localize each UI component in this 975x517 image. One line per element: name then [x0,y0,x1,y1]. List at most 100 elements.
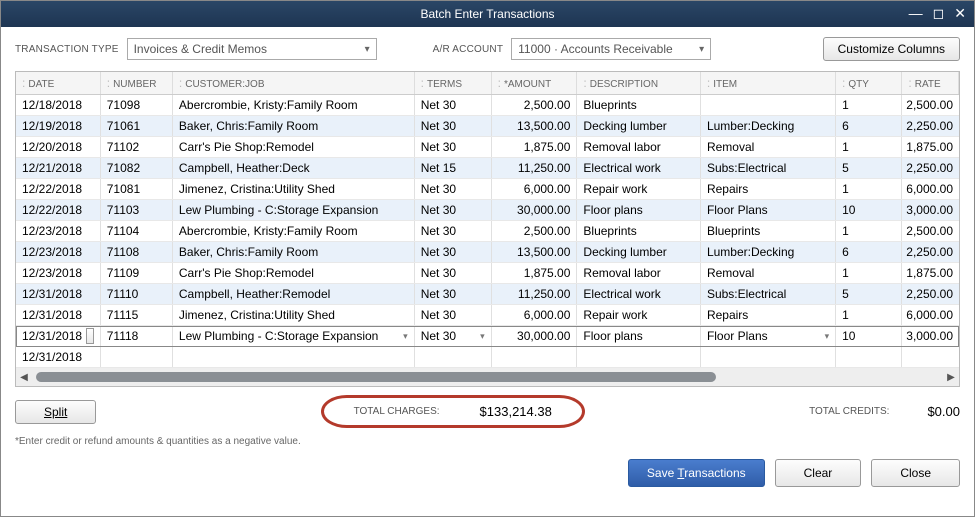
scroll-thumb[interactable] [36,372,716,382]
cell-item[interactable] [701,347,836,367]
cell-terms[interactable] [415,347,492,367]
cell-terms[interactable]: Net 30 [415,179,492,199]
maximize-icon[interactable]: ◻ [933,5,945,22]
cell-qty[interactable]: 5 [836,158,902,178]
cell-customer[interactable] [173,347,415,367]
cell-rate[interactable]: 2,250.00 [902,158,959,178]
cell-rate[interactable]: 1,875.00 [902,137,959,157]
transaction-type-select[interactable]: Invoices & Credit Memos [127,38,377,60]
clear-button[interactable]: Clear [775,459,862,487]
cell-amount[interactable]: 13,500.00 [492,116,578,136]
cell-amount[interactable]: 2,500.00 [492,221,578,241]
table-row[interactable]: 12/23/201871104Abercrombie, Kristy:Famil… [16,221,959,242]
col-item[interactable]: ITEM [701,72,836,94]
cell-description[interactable]: Electrical work [577,284,701,304]
cell-rate[interactable]: 2,250.00 [902,116,959,136]
cell-customer[interactable]: Lew Plumbing - C:Storage Expansion [173,326,415,346]
cell-description[interactable]: Blueprints [577,95,701,115]
col-description[interactable]: DESCRIPTION [577,72,701,94]
cell-date[interactable]: 12/21/2018 [16,158,101,178]
ar-account-select[interactable]: 11000 · Accounts Receivable [511,38,711,60]
table-row[interactable]: 12/23/201871109Carr's Pie Shop:RemodelNe… [16,263,959,284]
cell-qty[interactable] [836,347,902,367]
cell-rate[interactable]: 6,000.00 [902,179,959,199]
cell-number[interactable]: 71110 [101,284,173,304]
cell-item[interactable]: Repairs [701,179,836,199]
cell-customer[interactable]: Abercrombie, Kristy:Family Room [173,221,415,241]
cell-description[interactable]: Repair work [577,179,701,199]
cell-qty[interactable]: 6 [836,116,902,136]
cell-description[interactable]: Decking lumber [577,242,701,262]
cell-amount[interactable]: 11,250.00 [492,158,578,178]
cell-amount[interactable]: 30,000.00 [492,326,578,346]
cell-description[interactable] [577,347,701,367]
split-button[interactable]: Split [15,400,96,424]
cell-rate[interactable]: 2,250.00 [902,242,959,262]
cell-item[interactable] [701,95,836,115]
table-row[interactable]: 12/23/201871108Baker, Chris:Family RoomN… [16,242,959,263]
close-icon[interactable]: ✕ [954,5,966,22]
cell-item[interactable]: Repairs [701,305,836,325]
table-row[interactable]: 12/31/201871110Campbell, Heather:Remodel… [16,284,959,305]
cell-number[interactable]: 71082 [101,158,173,178]
cell-date[interactable]: 12/19/2018 [16,116,101,136]
table-row[interactable]: 12/31/201871115Jimenez, Cristina:Utility… [16,305,959,326]
cell-qty[interactable]: 1 [836,95,902,115]
save-transactions-button[interactable]: Save Transactions [628,459,765,487]
cell-description[interactable]: Floor plans [577,326,701,346]
col-customer[interactable]: CUSTOMER:JOB [173,72,415,94]
cell-rate[interactable]: 2,250.00 [902,284,959,304]
cell-number[interactable] [101,347,173,367]
cell-terms[interactable]: Net 30 [415,263,492,283]
col-amount[interactable]: *AMOUNT [492,72,578,94]
cell-date[interactable]: 12/18/2018 [16,95,101,115]
cell-item[interactable]: Subs:Electrical [701,284,836,304]
cell-description[interactable]: Repair work [577,305,701,325]
cell-description[interactable]: Blueprints [577,221,701,241]
cell-amount[interactable]: 6,000.00 [492,179,578,199]
cell-number[interactable]: 71102 [101,137,173,157]
cell-description[interactable]: Electrical work [577,158,701,178]
cell-terms[interactable]: Net 30 [415,242,492,262]
cell-number[interactable]: 71098 [101,95,173,115]
cell-rate[interactable] [902,347,959,367]
cell-qty[interactable]: 6 [836,242,902,262]
cell-rate[interactable]: 1,875.00 [902,263,959,283]
cell-number[interactable]: 71081 [101,179,173,199]
cell-amount[interactable] [492,347,578,367]
cell-terms[interactable]: Net 30 [415,305,492,325]
cell-item[interactable]: Lumber:Decking [701,116,836,136]
cell-description[interactable]: Decking lumber [577,116,701,136]
cell-date[interactable]: 12/31/2018 [16,284,101,304]
table-row[interactable]: 12/31/201871118Lew Plumbing - C:Storage … [16,326,959,347]
cell-terms[interactable]: Net 30 [415,116,492,136]
cell-customer[interactable]: Baker, Chris:Family Room [173,116,415,136]
cell-description[interactable]: Removal labor [577,263,701,283]
cell-terms[interactable]: Net 30 [415,284,492,304]
customize-columns-button[interactable]: Customize Columns [823,37,960,61]
scroll-right-icon[interactable]: ▶ [943,372,959,383]
cell-date[interactable]: 12/20/2018 [16,137,101,157]
close-button[interactable]: Close [871,459,960,487]
cell-item[interactable]: Removal [701,263,836,283]
cell-qty[interactable]: 1 [836,221,902,241]
table-row[interactable]: 12/22/201871103Lew Plumbing - C:Storage … [16,200,959,221]
col-qty[interactable]: QTY [836,72,902,94]
cell-customer[interactable]: Jimenez, Cristina:Utility Shed [173,305,415,325]
cell-rate[interactable]: 2,500.00 [902,221,959,241]
cell-qty[interactable]: 1 [836,179,902,199]
cell-rate[interactable]: 2,500.00 [902,95,959,115]
cell-qty[interactable]: 5 [836,284,902,304]
cell-qty[interactable]: 10 [836,200,902,220]
cell-qty[interactable]: 1 [836,137,902,157]
cell-date[interactable]: 12/31/2018 [16,305,101,325]
table-row[interactable]: 12/18/201871098Abercrombie, Kristy:Famil… [16,95,959,116]
table-row[interactable]: 12/31/2018 [16,347,959,368]
col-rate[interactable]: RATE [902,72,959,94]
cell-date[interactable]: 12/23/2018 [16,242,101,262]
cell-terms[interactable]: Net 15 [415,158,492,178]
cell-date[interactable]: 12/22/2018 [16,179,101,199]
minimize-icon[interactable]: — [909,5,923,22]
cell-item[interactable]: Blueprints [701,221,836,241]
col-date[interactable]: DATE [16,72,101,94]
